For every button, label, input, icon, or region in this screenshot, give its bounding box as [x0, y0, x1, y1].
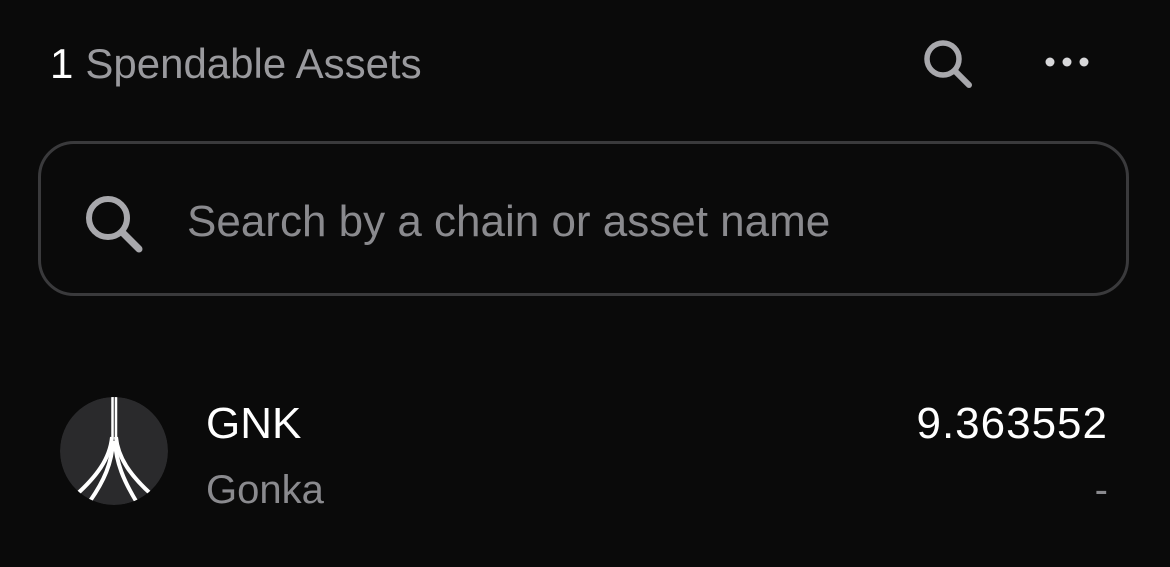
page-title: 1 Spendable Assets — [50, 40, 422, 88]
search-input[interactable] — [187, 188, 1067, 256]
asset-list-item[interactable]: GNK Gonka 9.363552 - — [56, 385, 1116, 515]
header-search-button[interactable] — [918, 34, 978, 94]
search-icon — [86, 196, 143, 253]
assets-title: Spendable Assets — [85, 40, 422, 87]
asset-name: Gonka — [206, 468, 324, 512]
asset-balance: 9.363552 — [916, 399, 1108, 448]
search-icon — [924, 40, 972, 88]
gonka-logo-icon — [60, 397, 168, 505]
more-horizontal-icon — [1045, 57, 1089, 67]
search-field[interactable] — [38, 141, 1129, 296]
assets-count: 1 — [50, 40, 74, 87]
assets-header: 1 Spendable Assets — [50, 34, 1120, 94]
more-options-button[interactable] — [1034, 34, 1100, 90]
asset-fiat-value: - — [1094, 468, 1108, 512]
asset-symbol: GNK — [206, 399, 302, 448]
